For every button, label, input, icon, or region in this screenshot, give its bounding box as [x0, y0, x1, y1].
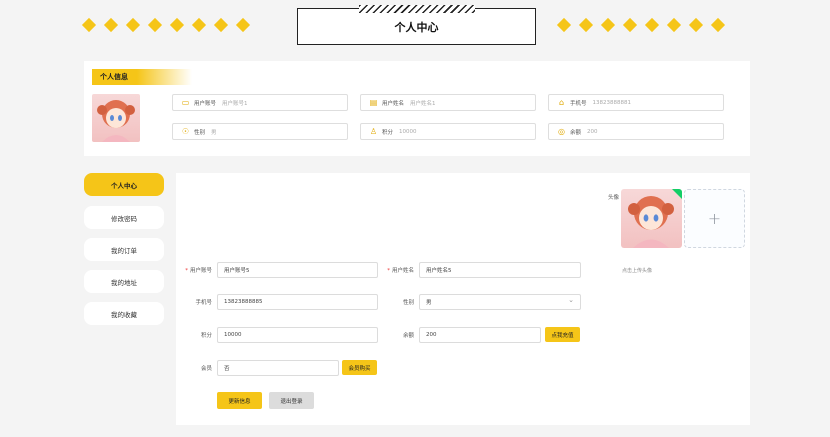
info-value: 200	[587, 128, 598, 135]
check-icon	[672, 189, 682, 199]
diamond-icon	[666, 17, 682, 33]
member-label: 会员	[200, 366, 212, 372]
phone-label: 手机号	[195, 300, 212, 306]
account-label: * 用户账号	[185, 268, 212, 274]
info-value: 用户姓名1	[410, 100, 436, 107]
name-input[interactable]: 用户姓名5	[419, 262, 581, 278]
info-value: 13823888881	[592, 99, 632, 106]
phone-input[interactable]: 13823888885	[217, 294, 378, 310]
member-buy-button[interactable]: 会员购买	[342, 360, 377, 375]
diamond-icon	[191, 17, 207, 33]
gender-select[interactable]: 男	[419, 294, 581, 310]
diamond-icon	[600, 17, 616, 33]
info-value: 10000	[399, 128, 417, 135]
sidebar-item-profile[interactable]: 个人中心	[84, 173, 164, 196]
logout-button[interactable]: 退出登录	[269, 392, 314, 409]
member-input[interactable]: 否	[217, 360, 339, 376]
diamond-icon	[147, 17, 163, 33]
id-card-icon: ▭	[181, 98, 190, 107]
diamond-icon	[644, 17, 660, 33]
info-label: 手机号	[570, 100, 587, 107]
info-balance: ◎ 余额 200	[548, 123, 724, 140]
diamond-icon	[235, 17, 251, 33]
name-label: * 用户姓名	[387, 268, 414, 274]
page-title: 个人中心	[394, 20, 439, 34]
sidebar-item-change-password[interactable]: 修改密码	[84, 206, 164, 229]
header-decoration-left	[81, 17, 251, 33]
info-label: 积分	[382, 129, 394, 136]
stripe-decoration	[359, 5, 475, 13]
user-icon: ♙	[369, 127, 378, 136]
info-value: 用户账号1	[222, 100, 248, 107]
header-decoration-right	[556, 17, 726, 33]
info-label: 性别	[194, 129, 206, 136]
info-panel: 个人信息 ▭ 用户账号 用户账号1 ▤ 用户姓名 用户姓名1 ⌂ 手机号 138…	[84, 61, 750, 156]
account-input[interactable]: 用户账号5	[217, 262, 378, 278]
update-info-button[interactable]: 更新信息	[217, 392, 262, 409]
info-name: ▤ 用户姓名 用户姓名1	[360, 94, 536, 111]
diamond-icon	[81, 17, 97, 33]
uploaded-avatar[interactable]	[621, 189, 682, 248]
info-account: ▭ 用户账号 用户账号1	[172, 94, 348, 111]
info-label: 用户姓名	[382, 100, 405, 107]
diamond-icon	[169, 17, 185, 33]
points-input[interactable]: 10000	[217, 327, 378, 343]
info-label: 用户账号	[194, 100, 217, 107]
sidebar-item-favorites[interactable]: 我的收藏	[84, 302, 164, 325]
plus-icon: +	[707, 209, 722, 228]
page-title-box: 个人中心	[297, 5, 536, 45]
avatar-upload-button[interactable]: +	[684, 189, 745, 248]
info-label: 余额	[570, 129, 582, 136]
diamond-icon	[103, 17, 119, 33]
diamond-icon	[125, 17, 141, 33]
recharge-button[interactable]: 点我充值	[545, 327, 580, 342]
sidebar-item-orders[interactable]: 我的订单	[84, 238, 164, 261]
users-icon: ☉	[181, 127, 190, 136]
home-icon: ⌂	[558, 98, 565, 107]
balance-input[interactable]: 200	[419, 327, 541, 343]
gender-label: 性别	[402, 300, 414, 306]
diamond-icon	[710, 17, 726, 33]
balance-label: 余额	[402, 333, 414, 339]
avatar	[92, 94, 140, 142]
diamond-icon	[688, 17, 704, 33]
sidebar-item-address[interactable]: 我的地址	[84, 270, 164, 293]
info-section-tag: 个人信息	[92, 69, 192, 85]
diamond-icon	[556, 17, 572, 33]
diamond-icon	[213, 17, 229, 33]
info-phone: ⌂ 手机号 13823888881	[548, 94, 724, 111]
avatar-label: 头像	[607, 195, 619, 201]
coin-icon: ◎	[558, 127, 565, 136]
points-label: 积分	[200, 333, 212, 339]
info-value: 男	[211, 129, 217, 136]
diamond-icon	[622, 17, 638, 33]
diamond-icon	[578, 17, 594, 33]
document-icon: ▤	[369, 98, 378, 107]
info-gender: ☉ 性别 男	[172, 123, 348, 140]
info-points: ♙ 积分 10000	[360, 123, 536, 140]
upload-hint: 点击上传头像	[622, 268, 653, 274]
